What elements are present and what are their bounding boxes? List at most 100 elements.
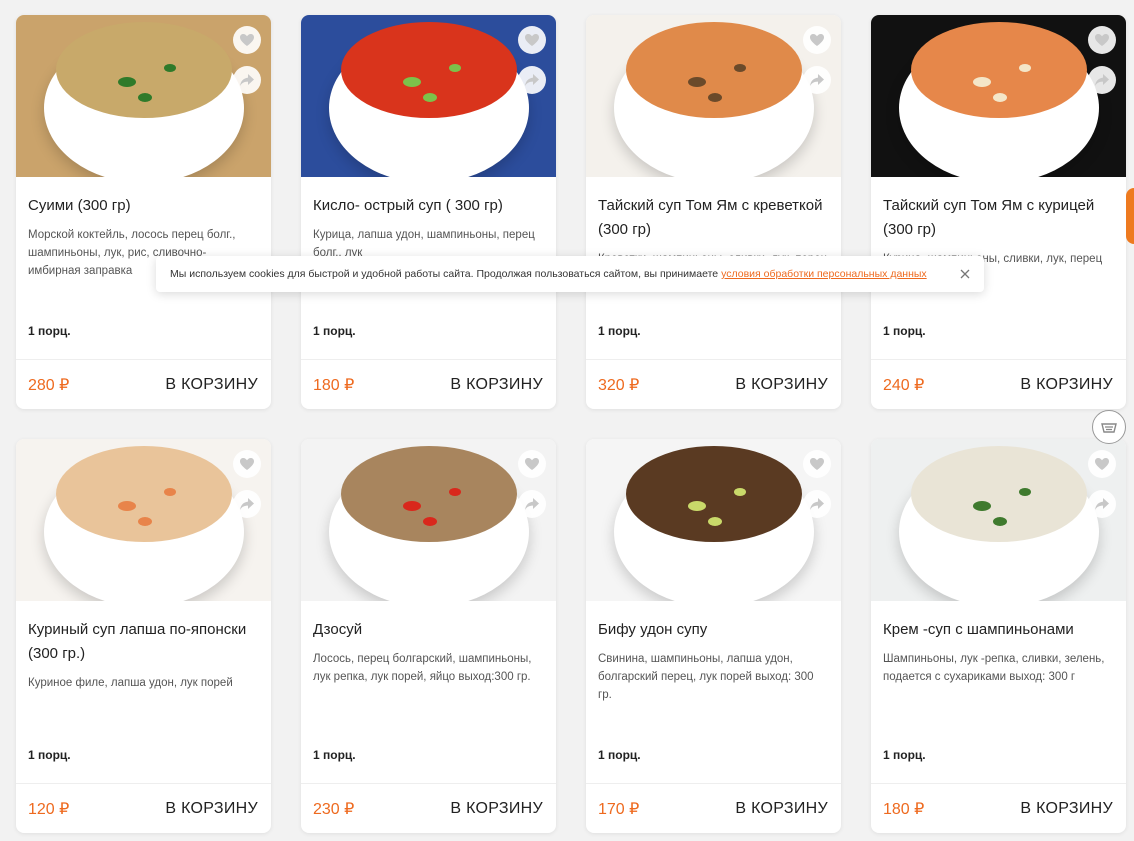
product-footer: 120 ₽ В КОРЗИНУ	[16, 783, 271, 833]
product-photo[interactable]	[586, 15, 841, 177]
product-price: 170 ₽	[598, 800, 640, 818]
add-to-cart-button[interactable]: В КОРЗИНУ	[1020, 800, 1113, 818]
cookie-policy-link[interactable]: условия обработки персональных данных	[721, 268, 927, 280]
add-to-cart-button[interactable]: В КОРЗИНУ	[165, 800, 258, 818]
product-photo[interactable]	[871, 439, 1126, 601]
share-icon[interactable]	[518, 490, 546, 518]
product-footer: 280 ₽ В КОРЗИНУ	[16, 359, 271, 409]
product-portion: 1 порц.	[28, 748, 71, 762]
garnish-image	[163, 487, 176, 496]
garnish-image	[163, 63, 176, 72]
cookie-text: Мы используем cookies для быстрой и удоб…	[170, 268, 719, 280]
product-footer: 230 ₽ В КОРЗИНУ	[301, 783, 556, 833]
product-footer: 180 ₽ В КОРЗИНУ	[301, 359, 556, 409]
side-callback-tab[interactable]	[1126, 188, 1134, 244]
soup-image	[55, 22, 232, 119]
garnish-image	[403, 500, 421, 511]
product-price: 180 ₽	[313, 376, 355, 394]
product-title[interactable]: Суими (300 гр)	[28, 194, 259, 218]
add-to-cart-button[interactable]: В КОРЗИНУ	[165, 376, 258, 394]
share-icon[interactable]	[803, 490, 831, 518]
cookie-banner: Мы используем cookies для быстрой и удоб…	[156, 256, 984, 292]
garnish-image	[1018, 63, 1031, 72]
add-to-cart-button[interactable]: В КОРЗИНУ	[735, 800, 828, 818]
product-body: Крем -суп с шампиньонами Шампиньоны, лук…	[871, 601, 1126, 783]
product-footer: 240 ₽ В КОРЗИНУ	[871, 359, 1126, 409]
product-footer: 180 ₽ В КОРЗИНУ	[871, 783, 1126, 833]
close-icon[interactable]	[956, 265, 974, 283]
product-photo[interactable]	[586, 439, 841, 601]
product-portion: 1 порц.	[313, 324, 356, 338]
product-photo[interactable]	[301, 15, 556, 177]
soup-image	[55, 446, 232, 543]
product-title[interactable]: Дзосуй	[313, 618, 544, 642]
basket-icon[interactable]	[1092, 410, 1126, 444]
heart-icon[interactable]	[518, 26, 546, 54]
heart-icon[interactable]	[518, 450, 546, 478]
soup-image	[340, 446, 517, 543]
product-photo[interactable]	[301, 439, 556, 601]
garnish-image	[1018, 487, 1031, 496]
heart-icon[interactable]	[1088, 450, 1116, 478]
garnish-image	[138, 92, 153, 102]
product-card: Бифу удон супу Свинина, шампиньоны, лапш…	[586, 439, 841, 833]
product-title[interactable]: Куриный суп лапша по-японски (300 гр.)	[28, 618, 259, 666]
garnish-image	[993, 92, 1008, 102]
garnish-image	[708, 92, 723, 102]
garnish-image	[448, 487, 461, 496]
product-footer: 170 ₽ В КОРЗИНУ	[586, 783, 841, 833]
product-description: Свинина, шампиньоны, лапша удон, болгарс…	[598, 653, 814, 701]
product-portion: 1 порц.	[313, 748, 356, 762]
product-card: Кисло- острый суп ( 300 гр) Курица, лапш…	[301, 15, 556, 409]
share-icon[interactable]	[1088, 66, 1116, 94]
garnish-image	[448, 63, 461, 72]
soup-image	[625, 446, 802, 543]
garnish-image	[708, 516, 723, 526]
garnish-image	[733, 487, 746, 496]
product-card: Тайский суп Том Ям с курицей (300 гр) Ку…	[871, 15, 1126, 409]
add-to-cart-button[interactable]: В КОРЗИНУ	[450, 376, 543, 394]
product-title[interactable]: Тайский суп Том Ям с креветкой (300 гр)	[598, 194, 829, 242]
product-portion: 1 порц.	[28, 324, 71, 338]
garnish-image	[423, 516, 438, 526]
product-title[interactable]: Тайский суп Том Ям с курицей (300 гр)	[883, 194, 1114, 242]
product-portion: 1 порц.	[883, 324, 926, 338]
share-icon[interactable]	[518, 66, 546, 94]
product-title[interactable]: Крем -суп с шампиньонами	[883, 618, 1114, 642]
soup-image	[340, 22, 517, 119]
share-icon[interactable]	[1088, 490, 1116, 518]
product-grid: Суими (300 гр) Морской коктейль, лосось …	[16, 15, 1126, 833]
product-price: 320 ₽	[598, 376, 640, 394]
share-icon[interactable]	[803, 66, 831, 94]
soup-image	[625, 22, 802, 119]
heart-icon[interactable]	[1088, 26, 1116, 54]
product-title[interactable]: Кисло- острый суп ( 300 гр)	[313, 194, 544, 218]
garnish-image	[403, 76, 421, 87]
soup-image	[910, 22, 1087, 119]
product-photo[interactable]	[871, 15, 1126, 177]
product-body: Бифу удон супу Свинина, шампиньоны, лапш…	[586, 601, 841, 783]
product-card: Крем -суп с шампиньонами Шампиньоны, лук…	[871, 439, 1126, 833]
add-to-cart-button[interactable]: В КОРЗИНУ	[1020, 376, 1113, 394]
add-to-cart-button[interactable]: В КОРЗИНУ	[450, 800, 543, 818]
product-card: Дзосуй Лосось, перец болгарский, шампинь…	[301, 439, 556, 833]
share-icon[interactable]	[233, 490, 261, 518]
heart-icon[interactable]	[233, 26, 261, 54]
heart-icon[interactable]	[803, 26, 831, 54]
product-card: Суими (300 гр) Морской коктейль, лосось …	[16, 15, 271, 409]
product-body: Дзосуй Лосось, перец болгарский, шампинь…	[301, 601, 556, 783]
garnish-image	[688, 500, 706, 511]
garnish-image	[138, 516, 153, 526]
garnish-image	[688, 76, 706, 87]
heart-icon[interactable]	[803, 450, 831, 478]
product-description: Куриное филе, лапша удон, лук порей	[28, 677, 233, 689]
product-photo[interactable]	[16, 15, 271, 177]
heart-icon[interactable]	[233, 450, 261, 478]
add-to-cart-button[interactable]: В КОРЗИНУ	[735, 376, 828, 394]
garnish-image	[973, 500, 991, 511]
product-title[interactable]: Бифу удон супу	[598, 618, 829, 642]
share-icon[interactable]	[233, 66, 261, 94]
product-price: 230 ₽	[313, 800, 355, 818]
product-photo[interactable]	[16, 439, 271, 601]
product-description: Шампиньоны, лук -репка, сливки, зелень, …	[883, 653, 1105, 683]
